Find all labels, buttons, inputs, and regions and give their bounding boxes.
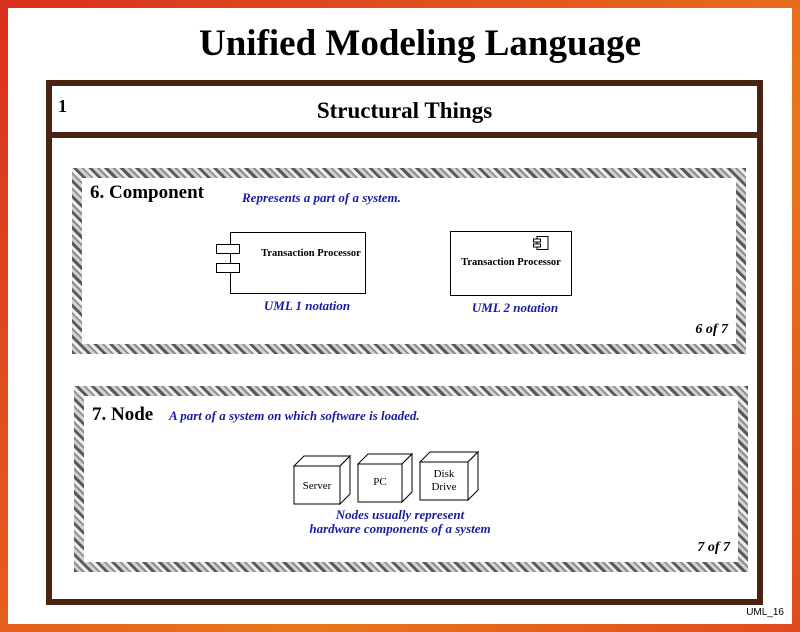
component-panel: 6. Component Represents a part of a syst…	[72, 168, 746, 354]
uml1-component-label: Transaction Processor	[261, 248, 361, 259]
node-label-server: Server	[302, 480, 332, 492]
component-description: Represents a part of a system.	[242, 190, 401, 205]
node-caption-line2: hardware components of a system	[309, 521, 491, 536]
uml2-component-box: Transaction Processor	[450, 231, 572, 296]
footer-label: UML_16	[746, 607, 784, 618]
uml1-component-box: Transaction Processor	[216, 232, 366, 294]
slide: Unified Modeling Language 1 Structural T…	[8, 8, 792, 624]
node-label-pc: PC	[373, 476, 387, 488]
node-description: A part of a system on which software is …	[169, 408, 420, 423]
uml2-component-label: Transaction Processor	[461, 257, 561, 268]
section-title: Structural Things	[316, 98, 493, 123]
node-pager: 7 of 7	[697, 540, 730, 555]
uml2-caption: UML 2 notation	[471, 300, 559, 315]
component-heading: 6. Component	[90, 182, 205, 203]
component-icon	[533, 236, 549, 250]
section-header: 1 Structural Things	[52, 86, 757, 138]
node-heading: 7. Node	[92, 404, 154, 425]
page-title: Unified Modeling Language	[199, 23, 641, 64]
node-caption: Nodes usually represent hardware compone…	[280, 508, 520, 536]
node-panel: 7. Node A part of a system on which soft…	[74, 386, 748, 572]
uml1-component-tab-top	[216, 244, 240, 254]
node-label-disk-drive: Disk Drive	[431, 468, 457, 493]
content-frame: 1 Structural Things 6. Component Represe…	[46, 80, 763, 605]
node-caption-line1: Nodes usually represent	[335, 507, 465, 522]
component-pager: 6 of 7	[695, 322, 728, 337]
uml1-caption: UML 1 notation	[263, 298, 351, 313]
uml1-component-tab-bottom	[216, 263, 240, 273]
